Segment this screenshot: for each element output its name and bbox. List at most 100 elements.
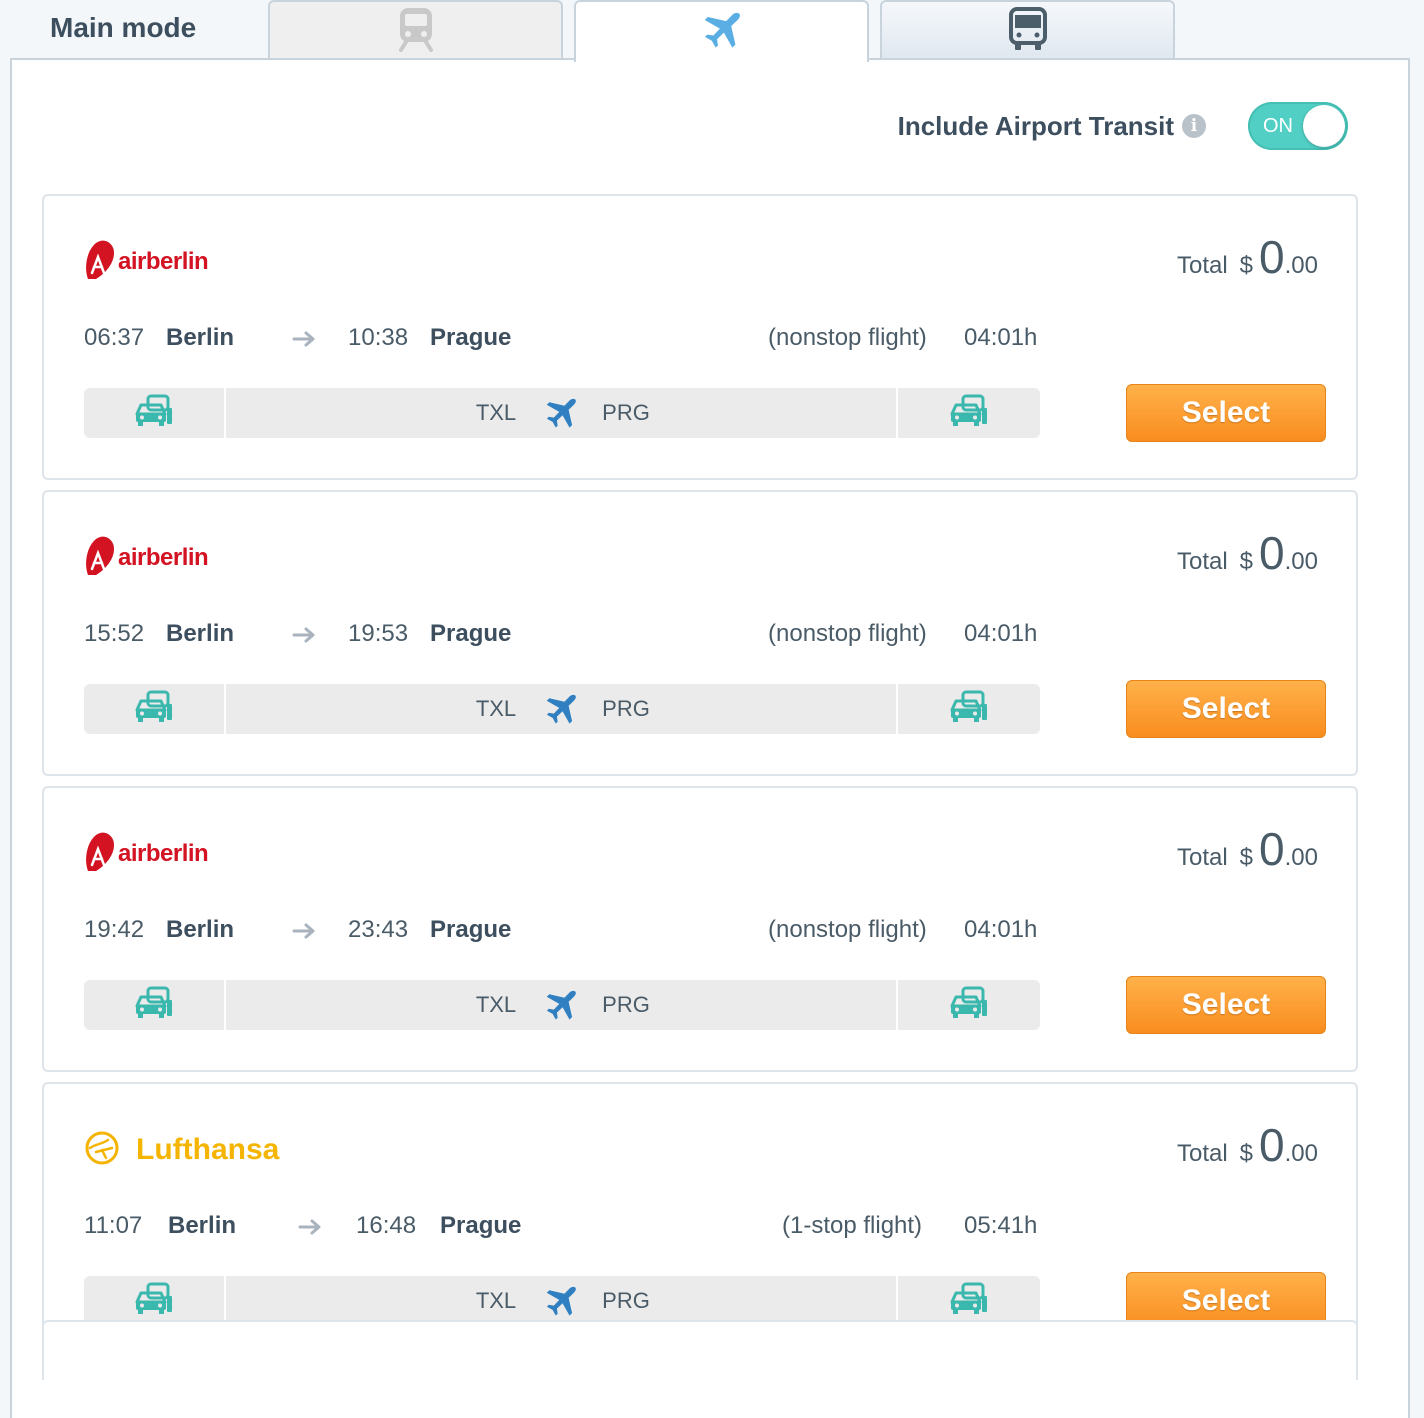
arrival-time: 23:43 <box>348 916 409 943</box>
destination-airport-code: PRG <box>602 1288 650 1313</box>
airport-transit-toggle[interactable]: ON <box>1248 102 1348 150</box>
tab-bus[interactable] <box>880 0 1175 60</box>
select-button[interactable]: Select <box>1126 384 1326 442</box>
toggle-state-label: ON <box>1263 115 1293 137</box>
currency-symbol: $ <box>1239 1140 1254 1167</box>
airplane-icon <box>699 7 745 58</box>
price-integer: 0 <box>1259 527 1285 579</box>
journey-bar: TXL PRG <box>84 388 1040 438</box>
route-summary: 06:37 Berlin 10:38 Prague (nonstop fligh… <box>84 324 1044 356</box>
origin-city: Berlin <box>166 916 235 943</box>
flight-segment[interactable]: TXL PRG <box>228 1276 894 1326</box>
select-button[interactable]: Select <box>1126 976 1326 1034</box>
airline-logo: Lufthansa <box>84 1126 279 1174</box>
origin-city: Berlin <box>166 620 235 647</box>
stops-info: (nonstop flight) <box>768 324 927 351</box>
airline-name: Lufthansa <box>136 1133 280 1166</box>
price-integer: 0 <box>1259 823 1285 875</box>
price-decimal: .00 <box>1284 548 1318 575</box>
stops-info: (1-stop flight) <box>782 1212 923 1239</box>
price-decimal: .00 <box>1284 844 1318 871</box>
flight-segment[interactable]: TXL PRG <box>228 684 894 734</box>
destination-city: Prague <box>430 324 512 351</box>
total-price: Total $ 0 .00 <box>1177 822 1318 876</box>
total-label: Total <box>1176 548 1228 575</box>
total-price: Total $ 0 .00 <box>1177 230 1318 284</box>
arrow-right-icon <box>292 328 318 356</box>
route-summary: 11:07 Berlin 16:48 Prague (1-stop flight… <box>84 1212 1044 1244</box>
train-icon <box>396 6 436 57</box>
currency-symbol: $ <box>1239 252 1254 279</box>
bus-icon <box>1008 6 1048 57</box>
departure-time: 15:52 <box>84 620 145 647</box>
main-mode-label: Main mode <box>50 12 197 43</box>
price-integer: 0 <box>1259 1119 1285 1171</box>
flight-segment[interactable]: TXL PRG <box>228 980 894 1030</box>
taxi-icon <box>134 394 174 433</box>
total-label: Total <box>1176 844 1228 871</box>
arrow-right-icon <box>292 920 318 948</box>
arrow-right-icon <box>292 624 318 652</box>
destination-city: Prague <box>430 916 512 943</box>
origin-airport-code: TXL <box>475 696 517 721</box>
taxi-icon <box>949 690 989 729</box>
airline-name: airberlin <box>118 248 209 275</box>
arrival-time: 19:53 <box>348 620 409 647</box>
currency-symbol: $ <box>1239 844 1254 871</box>
destination-transit-segment[interactable] <box>896 388 1040 438</box>
airberlin-logo-icon <box>84 831 116 878</box>
taxi-icon <box>134 986 174 1025</box>
airplane-icon <box>542 394 580 432</box>
flight-segment[interactable]: TXL PRG <box>228 388 894 438</box>
airline-logo: airberlin <box>84 534 209 582</box>
airport-transit-label: Include Airport Transit <box>897 110 1174 141</box>
journey-bar: TXL PRG <box>84 980 1040 1030</box>
destination-transit-segment[interactable] <box>896 980 1040 1030</box>
stops-info: (nonstop flight) <box>768 916 927 943</box>
destination-transit-segment[interactable] <box>896 684 1040 734</box>
airline-logo: airberlin <box>84 830 209 878</box>
price-integer: 0 <box>1259 231 1285 283</box>
origin-transit-segment[interactable] <box>84 980 226 1030</box>
taxi-icon <box>949 1282 989 1321</box>
lufthansa-crane-icon <box>84 1130 120 1171</box>
origin-airport-code: TXL <box>475 400 517 425</box>
price-decimal: .00 <box>1284 1140 1318 1167</box>
taxi-icon <box>134 690 174 729</box>
airplane-icon <box>542 1282 580 1320</box>
select-button[interactable]: Select <box>1126 680 1326 738</box>
tab-train[interactable] <box>268 0 563 60</box>
origin-transit-segment[interactable] <box>84 1276 226 1326</box>
origin-transit-segment[interactable] <box>84 684 226 734</box>
stops-info: (nonstop flight) <box>768 620 927 647</box>
info-icon[interactable]: i <box>1182 114 1206 138</box>
origin-airport-code: TXL <box>475 992 517 1017</box>
departure-time: 06:37 <box>84 324 145 351</box>
origin-transit-segment[interactable] <box>84 388 226 438</box>
airline-name: airberlin <box>118 544 209 571</box>
destination-transit-segment[interactable] <box>896 1276 1040 1326</box>
arrival-time: 16:48 <box>356 1212 417 1239</box>
total-label: Total <box>1176 252 1228 279</box>
destination-city: Prague <box>440 1212 522 1239</box>
result-card: airberlin Total $ 0 .00 15:52 Berlin 19:… <box>42 490 1358 776</box>
flight-duration: 04:01h <box>964 620 1038 647</box>
flight-duration: 04:01h <box>964 916 1038 943</box>
origin-airport-code: TXL <box>475 1288 517 1313</box>
flight-duration: 05:41h <box>964 1212 1038 1239</box>
destination-airport-code: PRG <box>602 992 650 1017</box>
route-summary: 15:52 Berlin 19:53 Prague (nonstop fligh… <box>84 620 1044 652</box>
price-decimal: .00 <box>1284 252 1318 279</box>
airplane-icon <box>542 690 580 728</box>
arrival-time: 10:38 <box>348 324 409 351</box>
destination-city: Prague <box>430 620 512 647</box>
total-price: Total $ 0 .00 <box>1177 1118 1318 1172</box>
destination-airport-code: PRG <box>602 400 650 425</box>
result-card: airberlin Total $ 0 .00 19:42 Berlin 23:… <box>42 786 1358 1072</box>
mode-header: Main mode <box>0 0 1424 62</box>
tab-flight[interactable] <box>574 0 869 62</box>
toggle-knob <box>1303 105 1345 147</box>
flight-duration: 04:01h <box>964 324 1038 351</box>
result-card-partial <box>42 1320 1358 1380</box>
route-summary: 19:42 Berlin 23:43 Prague (nonstop fligh… <box>84 916 1044 948</box>
